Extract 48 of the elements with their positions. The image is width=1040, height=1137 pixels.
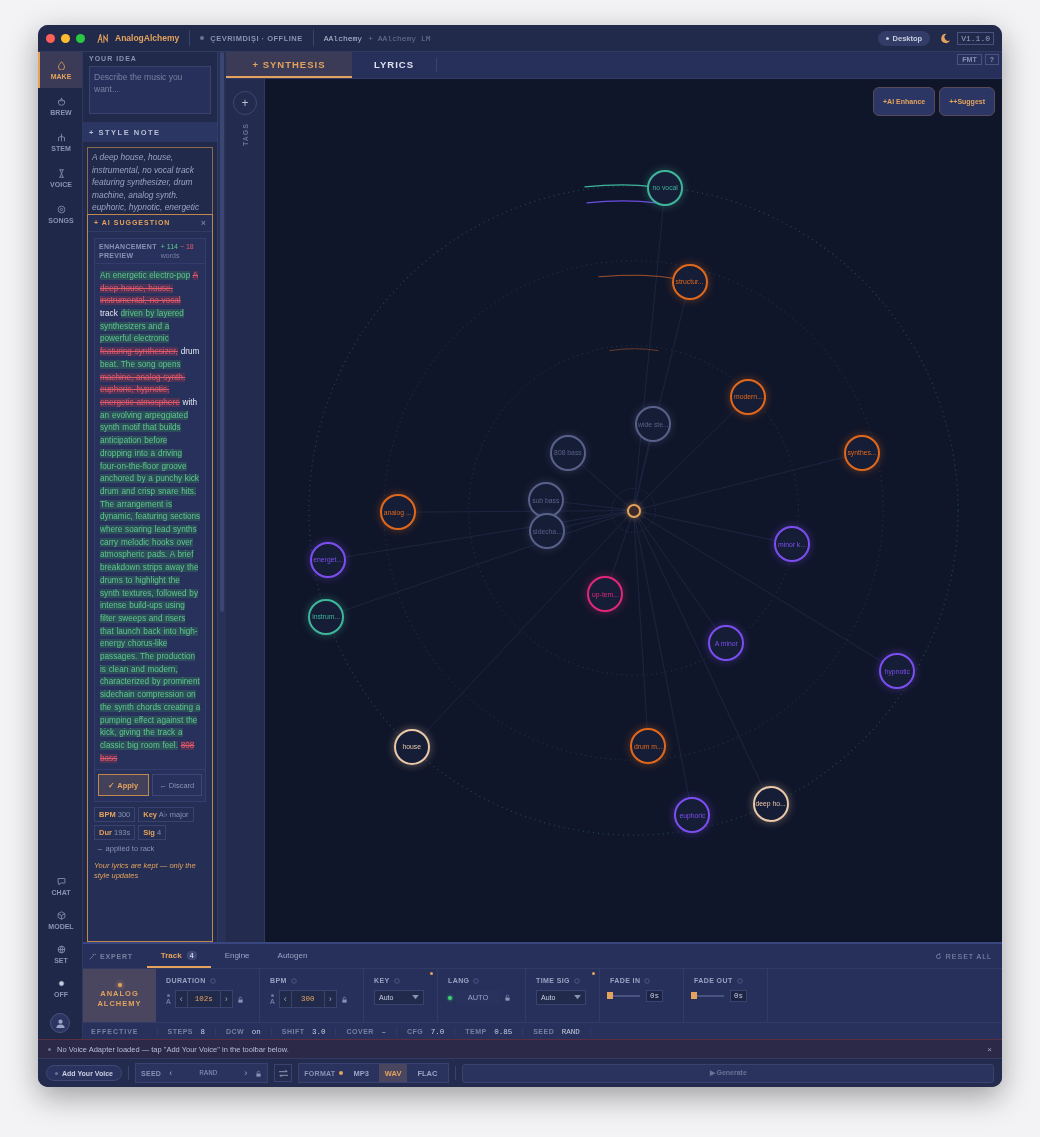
lock-icon[interactable] bbox=[255, 1069, 263, 1077]
person-icon bbox=[54, 1017, 66, 1029]
idea-field[interactable]: Describe the music you want... bbox=[89, 66, 211, 114]
caret-icon bbox=[574, 995, 581, 1000]
off-icon bbox=[56, 978, 66, 988]
app-name: AnalogAlchemy bbox=[115, 33, 180, 43]
increment-button[interactable]: › bbox=[220, 994, 232, 1004]
moon-icon[interactable] bbox=[940, 32, 952, 44]
stem-icon bbox=[56, 132, 66, 142]
slider-thumb[interactable] bbox=[607, 992, 613, 999]
caret-icon bbox=[412, 995, 419, 1000]
model-lm-name: + AAlchemy LM bbox=[368, 33, 431, 43]
tab[interactable]: LYRICS bbox=[352, 52, 436, 78]
diff-text: An energetic electro-pop A deep house, house, instrumental, no vocal track driven by layered synthesizers and a powerful electronic featuring synthesizer, drum beat. The song opens machine, analog synth. euphoric, hypnotic, energetic atmosphere with an evolving arpeggiated synth motif that builds anticipation before dropping into a driving four-on-the-floor groove anchored by a punchy kick drum and crisp snare hits. The arrangement is dynamic, featuring sections where soaring lead synths carry melodic hooks over atmospheric pads. A brief breakdown strips away the drums to highlight the synth textures, followed by intense build-ups using filter sweeps and risers that launch back into high-energy chorus-like passages. The production is clean and modern, characterized by prominent sidechain compression on the synth chords creating a pumping effect against the kick, giving the track a classic big room feel. 808 bass bbox=[99, 269, 202, 765]
chat-icon bbox=[56, 876, 66, 886]
lock-icon[interactable] bbox=[504, 994, 511, 1001]
avatar-button[interactable] bbox=[50, 1013, 70, 1033]
make-icon bbox=[56, 60, 66, 70]
slider-thumb[interactable] bbox=[691, 992, 697, 999]
close-button[interactable]: × bbox=[200, 217, 206, 228]
model-icon bbox=[56, 910, 66, 920]
decrement-button[interactable]: ‹ bbox=[279, 994, 291, 1004]
version-badge: V1.1.0 bbox=[957, 31, 994, 45]
status-dot-icon bbox=[200, 36, 205, 40]
songs-icon bbox=[56, 204, 66, 214]
lock-icon[interactable] bbox=[340, 995, 348, 1003]
tab[interactable]: + SYNTHESIS bbox=[226, 52, 352, 78]
wand-icon bbox=[89, 952, 96, 960]
model-name: AAlchemy bbox=[323, 33, 363, 43]
lock-icon[interactable] bbox=[236, 995, 244, 1003]
zoom-window-button[interactable] bbox=[76, 33, 85, 43]
close-window-button[interactable] bbox=[46, 33, 55, 43]
brew-icon bbox=[56, 96, 66, 106]
increment-button[interactable]: › bbox=[240, 1068, 252, 1078]
expert-tab[interactable]: Engine bbox=[210, 944, 264, 968]
swap-arrows-icon bbox=[277, 1068, 289, 1078]
decrement-button[interactable]: ‹ bbox=[175, 994, 187, 1004]
voice-icon bbox=[56, 168, 66, 178]
increment-button[interactable]: › bbox=[324, 994, 336, 1004]
minimize-window-button[interactable] bbox=[61, 33, 70, 43]
reset-icon bbox=[934, 952, 942, 960]
decrement-button[interactable]: ‹ bbox=[165, 1068, 177, 1078]
swap-button[interactable] bbox=[274, 1064, 293, 1082]
logo-icon bbox=[97, 32, 109, 44]
style-note-text[interactable]: A deep house, house, instrumental, no vocal track featuring synthesizer, drum machine, analog synth. euphoric, hypnotic, energetic bbox=[87, 147, 213, 214]
set-icon bbox=[56, 944, 66, 954]
expert-tab[interactable]: Autogen bbox=[263, 944, 322, 968]
close-button[interactable]: × bbox=[987, 1044, 992, 1054]
